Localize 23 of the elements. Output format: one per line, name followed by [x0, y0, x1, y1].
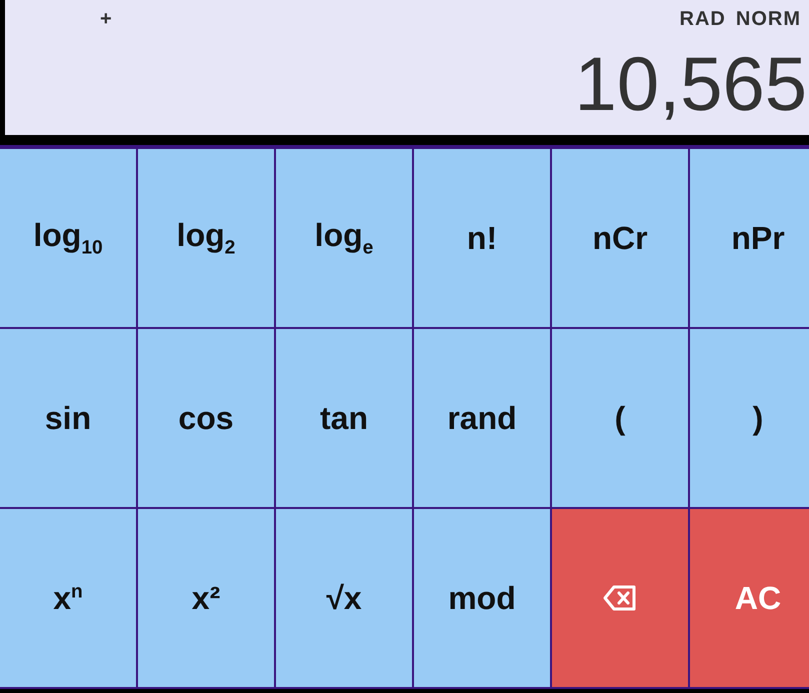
function-key[interactable]: log$_{e}$ — [276, 149, 412, 327]
function-key[interactable]: log$_{10}$ — [0, 149, 136, 327]
function-key[interactable]: cos — [138, 329, 274, 507]
function-key[interactable]: sin — [0, 329, 136, 507]
backspace-icon — [603, 585, 637, 611]
function-key[interactable]: n! — [414, 149, 550, 327]
function-key[interactable]: x² — [138, 509, 274, 687]
function-key[interactable]: rand — [414, 329, 550, 507]
mode-indicator: NORM — [736, 8, 801, 31]
function-key[interactable]: tan — [276, 329, 412, 507]
mode-indicator: RAD — [680, 8, 726, 31]
clear-button[interactable]: AC — [690, 509, 809, 687]
function-key[interactable]: mod — [414, 509, 550, 687]
function-key[interactable]: nPr — [690, 149, 809, 327]
function-key[interactable]: ) — [690, 329, 809, 507]
function-key[interactable]: log$_{2}$ — [138, 149, 274, 327]
function-key[interactable]: √x — [276, 509, 412, 687]
function-key[interactable]: nCr — [552, 149, 688, 327]
display-value: 10,565 — [574, 47, 807, 123]
function-key[interactable]: ( — [552, 329, 688, 507]
operator-indicator: + — [100, 8, 112, 31]
backspace-button[interactable] — [552, 509, 688, 687]
function-key[interactable]: x$^{n}$ — [0, 509, 136, 687]
